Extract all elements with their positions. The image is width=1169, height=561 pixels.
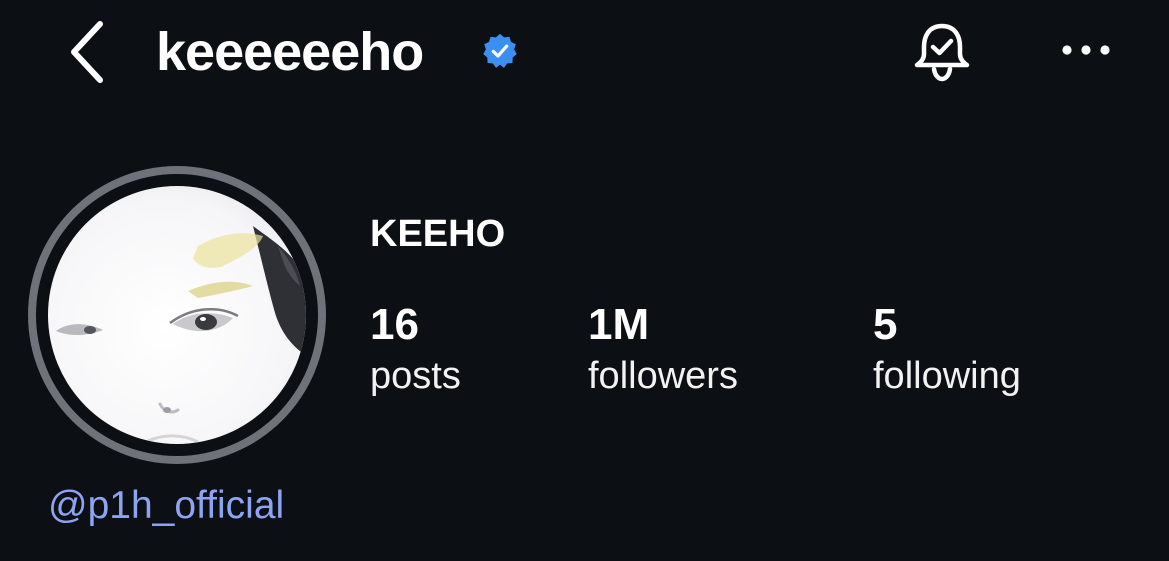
- followers-label: followers: [588, 355, 738, 397]
- profile-mention-link[interactable]: @p1h_official: [48, 482, 284, 530]
- posts-stat[interactable]: 16 posts: [370, 300, 461, 402]
- verified-badge-icon: [483, 33, 517, 68]
- posts-label: posts: [370, 355, 461, 397]
- notifications-button[interactable]: [908, 20, 976, 84]
- more-options-button[interactable]: [1056, 30, 1116, 70]
- following-label: following: [873, 355, 1021, 397]
- top-bar: keeeeeeho: [0, 0, 1169, 110]
- profile-username: keeeeeeho: [156, 22, 424, 82]
- profile-display-name: KEEHO: [370, 213, 506, 255]
- following-count: 5: [873, 300, 898, 349]
- chevron-left-icon: [71, 21, 103, 83]
- avatar-gap: [36, 174, 318, 456]
- followers-stat[interactable]: 1M followers: [588, 300, 738, 402]
- back-button[interactable]: [56, 18, 116, 86]
- profile-avatar: [48, 186, 306, 444]
- more-horizontal-icon: [1062, 45, 1110, 55]
- followers-count: 1M: [588, 300, 650, 349]
- bell-check-icon: [914, 23, 970, 82]
- following-stat[interactable]: 5 following: [873, 300, 1021, 402]
- profile-avatar-ring[interactable]: [28, 166, 326, 464]
- posts-count: 16: [370, 300, 419, 349]
